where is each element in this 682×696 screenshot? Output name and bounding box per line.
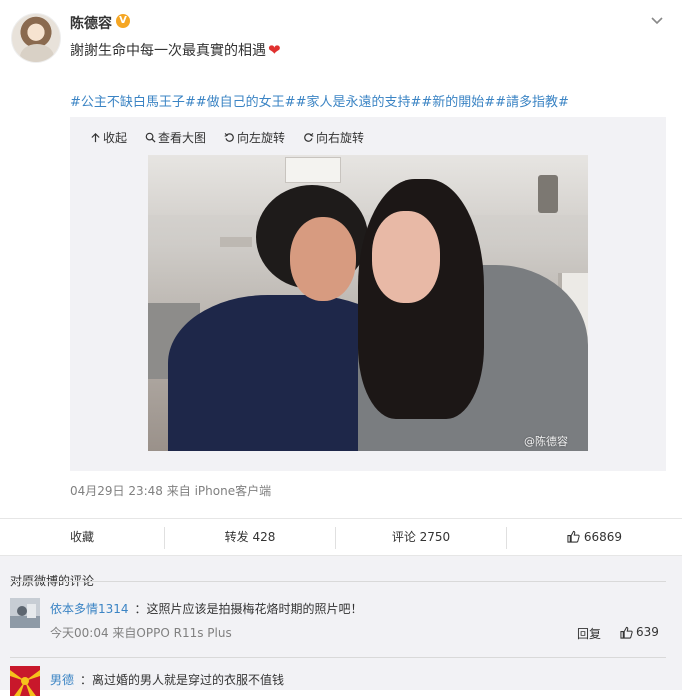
post-meta: 04月29日 23:48 来自 iPhone客户端 (70, 482, 271, 499)
user-avatar[interactable] (11, 13, 61, 63)
verified-badge-icon: V (116, 14, 130, 28)
rotate-left-label: 向左旋转 (237, 130, 286, 145)
post-source: 来自 iPhone客户端 (166, 484, 272, 498)
collapse-label: 收起 (103, 130, 128, 145)
heart-emoji-icon: ❤ (268, 41, 281, 59)
comment-like-count: 639 (636, 625, 659, 639)
post-text-body: 謝謝生命中每一次最真實的相遇 (70, 43, 266, 59)
comment-reply-button[interactable]: 回复 (577, 625, 601, 642)
hashtags[interactable]: #公主不缺白馬王子##做自己的女王##家人是永遠的支持##新的開始##請多指教# (70, 91, 569, 110)
photo-speaker (538, 175, 558, 213)
thumbs-up-icon (567, 530, 580, 543)
photo-watermark: @陈德容 (524, 435, 568, 448)
chevron-down-icon[interactable] (649, 13, 665, 29)
like-button[interactable]: 66869 (507, 519, 682, 555)
rotate-right-button[interactable]: 向右旋转 (303, 129, 364, 145)
comment-button[interactable]: 评论 2750 (336, 519, 506, 555)
comment-avatar[interactable] (10, 666, 40, 696)
comments-divider (10, 581, 666, 582)
rotate-left-icon (224, 132, 234, 142)
comment-text: ：离过婚的男人就是穿过的衣服不值钱 (80, 673, 285, 687)
rotate-right-icon (304, 132, 314, 142)
rotate-left-button[interactable]: 向左旋转 (224, 129, 285, 145)
username[interactable]: 陈德容 (70, 13, 112, 33)
photo-vent (220, 237, 252, 247)
comment-divider (10, 657, 666, 658)
weibo-post: 陈德容 V 謝謝生命中每一次最真實的相遇 ❤ #公主不缺白馬王子##做自己的女王#… (0, 0, 682, 518)
post-photo[interactable]: @陈德容 (148, 155, 588, 451)
thumbs-up-icon (620, 626, 633, 639)
photo-ceiling (148, 155, 588, 215)
post-timestamp[interactable]: 04月29日 23:48 (70, 484, 163, 498)
comment-avatar[interactable] (10, 598, 40, 628)
collapse-icon (91, 132, 100, 142)
repost-button[interactable]: 转发 428 (165, 519, 335, 555)
comment-author[interactable]: 男德 (50, 673, 74, 687)
comment-item: 依本多情1314 ：这照片应该是拍摄梅花烙时期的照片吧！ (50, 600, 363, 617)
media-panel: 收起 查看大图 向左旋转 向右旋转 @陈德容 (70, 117, 666, 471)
post-text: 謝謝生命中每一次最真實的相遇 ❤ (70, 40, 281, 60)
comment-text: ：这照片应该是拍摄梅花烙时期的照片吧！ (134, 602, 363, 616)
rotate-right-label: 向右旋转 (316, 130, 365, 145)
comments-section: 对原微博的评论 依本多情1314 ：这照片应该是拍摄梅花烙时期的照片吧！ 今天00… (0, 556, 682, 696)
photo-person-left-face (290, 217, 356, 301)
view-large-label: 查看大图 (158, 130, 207, 145)
comment-meta: 今天00:04 来自OPPO R11s Plus (50, 624, 232, 641)
comment-author[interactable]: 依本多情1314 (50, 602, 129, 616)
action-bar: 收藏 转发 428 评论 2750 66869 (0, 518, 682, 556)
comment-time: 今天00:04 (50, 626, 109, 640)
media-toolbar: 收起 查看大图 向左旋转 向右旋转 (90, 129, 364, 145)
photo-person-right-face (372, 211, 440, 303)
favorite-button[interactable]: 收藏 (0, 519, 164, 555)
view-large-button[interactable]: 查看大图 (145, 129, 206, 145)
comment-like-button[interactable]: 639 (620, 625, 659, 639)
photo-ceiling-light (285, 157, 341, 183)
magnifier-icon (145, 132, 156, 143)
comment-item: 男德 ：离过婚的男人就是穿过的衣服不值钱 (50, 671, 284, 688)
like-count: 66869 (583, 530, 622, 544)
comment-source: 来自OPPO R11s Plus (112, 626, 232, 640)
collapse-button[interactable]: 收起 (90, 129, 127, 145)
